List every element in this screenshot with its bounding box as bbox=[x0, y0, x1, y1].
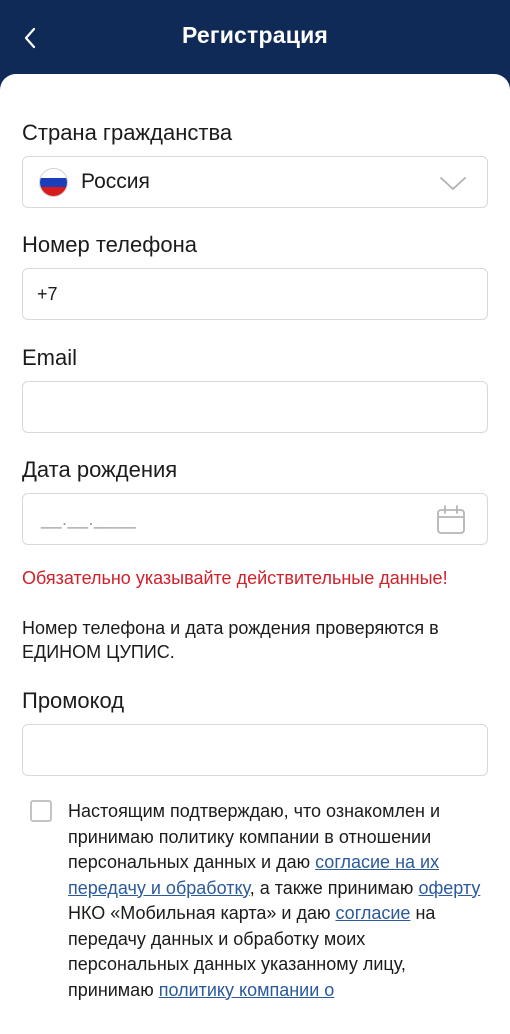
promo-field-box bbox=[22, 724, 488, 776]
company-policy-link[interactable]: политику компании о bbox=[159, 980, 335, 1000]
russia-flag-icon bbox=[39, 168, 68, 197]
promo-input[interactable] bbox=[37, 725, 437, 775]
info-text: Номер телефона и дата рождения проверяют… bbox=[22, 618, 439, 662]
calendar-icon[interactable] bbox=[435, 504, 467, 536]
email-field-box bbox=[22, 381, 488, 433]
promo-label: Промокод bbox=[22, 688, 125, 713]
citizenship-value: Россия bbox=[81, 170, 150, 193]
consent-checkbox[interactable] bbox=[30, 800, 52, 822]
offer-link[interactable]: оферту bbox=[418, 878, 480, 898]
chevron-down-icon bbox=[440, 177, 466, 190]
phone-field-box bbox=[22, 268, 488, 320]
email-input[interactable] bbox=[37, 382, 437, 432]
birthdate-field[interactable]: __.__.____ bbox=[22, 493, 488, 545]
phone-input[interactable] bbox=[37, 269, 437, 319]
warning-text: Обязательно указывайте действительные да… bbox=[22, 568, 448, 588]
consent-text-part: НКО «Мобильная карта» и даю bbox=[68, 903, 336, 923]
birthdate-mask: __.__.____ bbox=[41, 509, 137, 529]
phone-label: Номер телефона bbox=[22, 232, 197, 257]
app-header: Регистрация bbox=[0, 0, 510, 78]
email-label: Email bbox=[22, 345, 78, 370]
birthdate-label: Дата рождения bbox=[22, 457, 178, 482]
consent-text-part: , а также принимаю bbox=[249, 877, 419, 898]
citizenship-select[interactable]: Россия bbox=[22, 156, 488, 208]
citizenship-label: Страна гражданства bbox=[22, 120, 233, 145]
agreement-link[interactable]: согласие bbox=[335, 903, 410, 923]
registration-form: Страна гражданства Россия Номер телефона… bbox=[0, 74, 510, 1034]
page-title: Регистрация bbox=[181, 22, 329, 48]
consent-text: Настоящим подтверждаю, что ознакомлен и … bbox=[68, 799, 488, 1003]
